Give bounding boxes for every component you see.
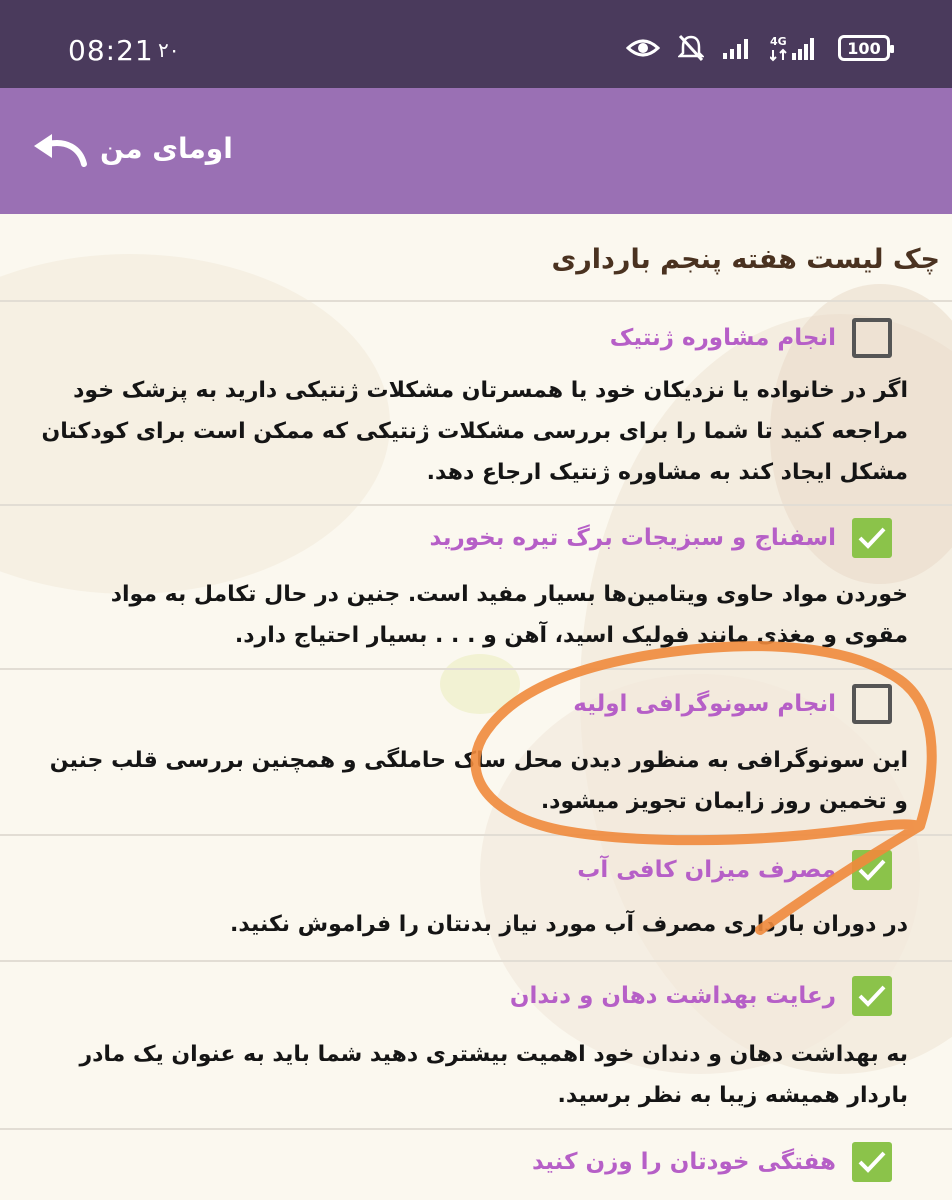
checklist-item-oral-hygiene[interactable]: رعایت بهداشت دهان و دندان	[510, 974, 892, 1018]
checklist-item-weekly-weight[interactable]: هفتگی خودتان را وزن کنید	[532, 1140, 892, 1184]
network-4g-icon: 4G	[770, 34, 820, 62]
item-title: انجام سونوگرافی اولیه	[573, 691, 836, 717]
signal-icon	[722, 36, 752, 60]
divider	[0, 300, 952, 302]
divider	[0, 960, 952, 962]
checklist-content: چک لیست هفته پنجم بارداری انجام مشاوره ژ…	[0, 214, 952, 1200]
status-icons: 4G 100	[626, 34, 894, 62]
checklist-item-water[interactable]: مصرف میزان کافی آب	[577, 848, 892, 892]
status-date: ۲۰	[158, 38, 180, 62]
checkbox-checked[interactable]	[852, 976, 892, 1016]
divider	[0, 1128, 952, 1130]
check-icon	[858, 859, 886, 881]
bell-muted-icon	[678, 34, 704, 62]
check-icon	[858, 527, 886, 549]
status-time: 08:21	[68, 34, 154, 67]
app-bar: اومای من	[0, 88, 952, 214]
back-arrow-icon[interactable]	[30, 132, 90, 172]
battery-indicator: 100	[838, 35, 894, 61]
checkbox[interactable]	[852, 684, 892, 724]
page-title: چک لیست هفته پنجم بارداری	[551, 244, 940, 275]
item-description: خوردن مواد حاوی ویتامین‌ها بسیار مفید اس…	[110, 582, 908, 648]
divider	[0, 668, 952, 670]
item-description: در دوران بارداری مصرف آب مورد نیاز بدنتا…	[229, 912, 908, 937]
checkbox-checked[interactable]	[852, 1142, 892, 1182]
status-bar: 08:21 ۲۰ 4G 100	[0, 0, 952, 88]
check-icon	[858, 1151, 886, 1173]
checklist-item-genetic-counseling[interactable]: انجام مشاوره ژنتیک	[610, 316, 892, 360]
eye-icon	[626, 37, 660, 59]
item-title: رعایت بهداشت دهان و دندان	[509, 983, 836, 1009]
checkbox[interactable]	[852, 318, 892, 358]
checkbox-checked[interactable]	[852, 850, 892, 890]
item-description: به بهداشت دهان و دندان خود اهمیت بیشتری …	[79, 1042, 908, 1108]
divider	[0, 504, 952, 506]
checkbox-checked[interactable]	[852, 518, 892, 558]
item-description: اگر در خانواده یا نزدیکان خود یا همسرتان…	[41, 378, 908, 485]
checklist-item-leafy-greens[interactable]: اسفناج و سبزیجات برگ تیره بخورید	[430, 516, 892, 560]
check-icon	[858, 985, 886, 1007]
item-title: مصرف میزان کافی آب	[577, 857, 836, 883]
app-title: اومای من	[100, 132, 233, 165]
item-description: این سونوگرافی به منظور دیدن محل ساک حامل…	[49, 748, 908, 814]
item-title: انجام مشاوره ژنتیک	[609, 325, 836, 351]
item-title: اسفناج و سبزیجات برگ تیره بخورید	[429, 525, 836, 551]
item-title: هفتگی خودتان را وزن کنید	[532, 1149, 836, 1175]
divider	[0, 834, 952, 836]
svg-text:4G: 4G	[770, 35, 787, 48]
checklist-item-ultrasound[interactable]: انجام سونوگرافی اولیه	[573, 682, 892, 726]
